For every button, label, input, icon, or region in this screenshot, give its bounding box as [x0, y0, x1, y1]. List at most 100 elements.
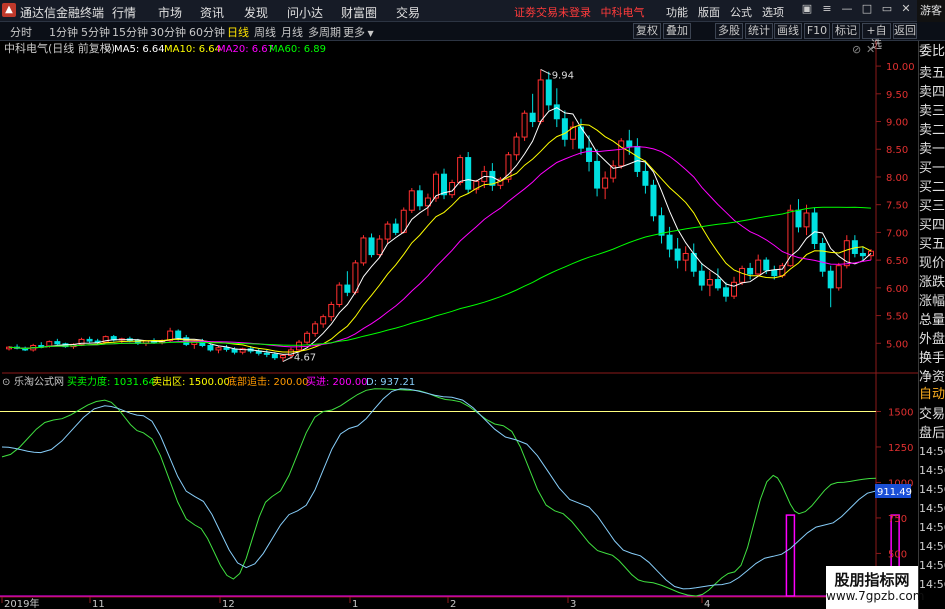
auto-toggle[interactable]: 自动 — [919, 384, 945, 406]
candle-body — [698, 270, 705, 286]
stats-button[interactable]: 统计 — [745, 23, 773, 39]
menu-discover[interactable]: 发现 — [244, 4, 268, 21]
candle-body — [811, 212, 818, 244]
menu-formula[interactable]: 公式 — [730, 4, 752, 20]
period-toolbar: 分时 1分钟 5分钟 15分钟 30分钟 60分钟 日线 周线 月线 多周期 更… — [0, 22, 945, 51]
skin-icon[interactable]: ▣ — [800, 2, 814, 18]
add-watchlist-button[interactable]: +自选 — [862, 23, 891, 51]
trade-time-7: 14:56 — [919, 559, 945, 572]
stock-chart[interactable]: 10.00 9.50 9.00 8.50 8.00 7.50 7.00 6.50 6.00 5.5… — [0, 41, 918, 609]
period-more-label: 更多 — [343, 26, 365, 39]
candle-body — [682, 252, 689, 261]
period-more[interactable]: 更多 ▼ — [343, 24, 374, 40]
candle-body — [553, 104, 560, 120]
period-15min[interactable]: 15分钟 — [112, 24, 148, 40]
candle-body — [618, 140, 625, 167]
candle-body — [368, 237, 375, 256]
period-60min[interactable]: 60分钟 — [189, 24, 225, 40]
top-stock-name: 中科电气 — [600, 6, 645, 19]
candle-body — [231, 348, 238, 353]
f10-button[interactable]: F10 — [804, 23, 830, 39]
candle-body — [328, 303, 335, 318]
ma20-line — [8, 146, 872, 350]
menu-wealth[interactable]: 财富圈 — [341, 4, 377, 21]
candle-body — [674, 248, 681, 261]
candle-body — [819, 242, 826, 272]
candle-body — [714, 279, 721, 289]
quote-side-panel: 委比 卖五 卖四 卖三 卖二 卖一 买一 买二 买三 买四 买五 现价 涨跌 涨… — [918, 41, 945, 609]
menu-layout[interactable]: 版面 — [698, 4, 720, 20]
sell-zone-label: 卖出区: 1500.00 — [152, 375, 230, 388]
candle-body — [304, 332, 311, 343]
strength-line — [1, 388, 877, 597]
time-tick-label: 2019年 — [4, 597, 39, 609]
candle-body — [207, 344, 214, 351]
period-5min[interactable]: 5分钟 — [81, 24, 110, 40]
chart-title: 中科电气(日线 前复权) — [4, 41, 115, 55]
candle-body — [360, 237, 367, 264]
draw-line-button[interactable]: 画线 — [774, 23, 802, 39]
mark-button[interactable]: 标记 — [832, 23, 860, 39]
candle-body — [215, 347, 222, 351]
zoom-icon[interactable]: ⊘ — [852, 43, 861, 56]
menu-options[interactable]: 选项 — [762, 4, 784, 20]
buy-label: 买进: 200.00 — [306, 376, 368, 388]
price-tick-label: 6.00 — [886, 284, 908, 295]
ma20-label: MA20: 6.67 — [217, 44, 274, 55]
menu-ask[interactable]: 问小达 — [287, 4, 323, 21]
ma5-line — [8, 107, 872, 355]
chart-options-icon[interactable]: ⚙ — [104, 45, 112, 55]
menu-news[interactable]: 资讯 — [200, 4, 224, 21]
candle-body — [312, 323, 319, 334]
bottom-chase-label: 底部追击: 200.00 — [227, 375, 309, 388]
restore-icon[interactable]: ▭ — [880, 2, 894, 18]
candle-body — [320, 316, 327, 325]
panel-item-weibi[interactable]: 委比 — [919, 41, 945, 63]
ma5-label: MA5: 6.64 — [114, 44, 165, 55]
candle-body — [54, 341, 61, 345]
trade-time-5: 14:56 — [919, 521, 945, 534]
back-button[interactable]: 返回 — [893, 23, 917, 39]
guest-button[interactable]: 游客 — [917, 0, 945, 22]
minimize-icon[interactable]: — — [840, 2, 854, 18]
menu-function[interactable]: 功能 — [666, 4, 688, 20]
candle-body — [376, 238, 383, 256]
period-daily[interactable]: 日线 — [227, 24, 249, 40]
chart-close-icon[interactable]: ✕ — [866, 43, 875, 56]
period-1min[interactable]: 1分钟 — [49, 24, 78, 40]
time-tick-label: 12 — [222, 599, 235, 609]
indicator-options-icon[interactable]: ⊙ — [2, 377, 10, 388]
adjust-button[interactable]: 复权 — [633, 23, 661, 39]
candle-body — [432, 173, 439, 199]
trade-time-1: 14:56 — [919, 445, 945, 458]
candle-body — [706, 279, 713, 286]
dropdown-arrow-icon: ▼ — [365, 29, 374, 38]
price-axis: 10.00 9.50 9.00 8.50 8.00 7.50 7.00 6.50 6.00 5.5… — [876, 62, 915, 350]
period-weekly[interactable]: 周线 — [254, 24, 276, 40]
d-line — [1, 388, 877, 590]
maximize-icon[interactable]: □ — [860, 2, 874, 18]
menu-market[interactable]: 市场 — [158, 4, 182, 21]
multi-stock-button[interactable]: 多股 — [715, 23, 743, 39]
candle-body — [545, 79, 552, 106]
close-icon[interactable]: ✕ — [899, 2, 913, 18]
period-multi[interactable]: 多周期 — [308, 24, 341, 40]
candle-body — [739, 267, 746, 283]
period-intraday[interactable]: 分时 — [10, 24, 32, 40]
candle-body — [296, 341, 303, 351]
login-notice-text: 证劵交易未登录 — [514, 6, 591, 19]
time-tick-label: 1 — [352, 599, 358, 609]
trade-time-2: 14:56 — [919, 464, 945, 477]
menu-icon[interactable]: ≡ — [820, 2, 834, 18]
menu-quotes[interactable]: 行情 — [112, 4, 136, 21]
candle-body — [263, 352, 270, 355]
indicator-tick-label: 1250 — [888, 443, 913, 454]
menu-trade[interactable]: 交易 — [396, 4, 420, 21]
time-tick-label: 3 — [570, 599, 576, 609]
price-tick-label: 9.50 — [886, 90, 908, 101]
period-monthly[interactable]: 月线 — [281, 24, 303, 40]
overlay-button[interactable]: 叠加 — [663, 23, 691, 39]
period-30min[interactable]: 30分钟 — [150, 24, 186, 40]
login-notice[interactable]: 证劵交易未登录 中科电气 — [514, 4, 645, 20]
candle-body — [771, 269, 778, 277]
